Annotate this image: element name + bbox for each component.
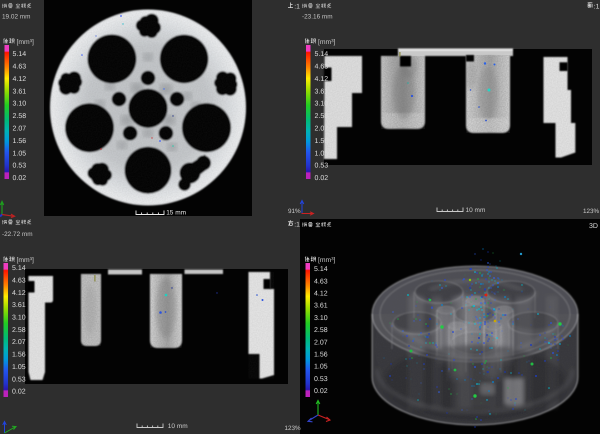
svg-text:[mm³]: [mm³] [318,257,335,264]
svg-text:1.56: 1.56 [314,352,328,359]
svg-text:123%: 123% [583,208,600,215]
svg-text:10 mm: 10 mm [466,207,486,214]
svg-text:2.58: 2.58 [13,113,27,120]
svg-text:-22.72 mm: -22.72 mm [2,231,33,238]
svg-text:4.12: 4.12 [314,291,328,298]
svg-text::1: :1 [294,221,300,228]
svg-text::1: :1 [594,4,600,11]
svg-text:4.12: 4.12 [13,76,27,83]
svg-text:-23.16 mm: -23.16 mm [302,14,333,21]
svg-text:3.61: 3.61 [13,88,27,95]
svg-text:2.58: 2.58 [314,327,328,334]
svg-text:4.12: 4.12 [12,290,26,297]
svg-text:2.07: 2.07 [13,126,27,133]
svg-text:3.61: 3.61 [315,88,329,95]
svg-text:1.05: 1.05 [315,150,329,157]
svg-text:5.14: 5.14 [12,265,26,272]
svg-text:0.02: 0.02 [315,175,329,182]
svg-text:1.56: 1.56 [13,138,27,145]
svg-text:4.63: 4.63 [314,278,328,285]
svg-text:3.10: 3.10 [13,101,27,108]
svg-text:3.10: 3.10 [12,315,26,322]
svg-text:1.05: 1.05 [13,150,27,157]
svg-text:5.14: 5.14 [315,51,329,58]
svg-text:5.14: 5.14 [314,266,328,273]
svg-text:15 mm: 15 mm [166,209,186,216]
svg-text:0.02: 0.02 [314,388,328,395]
svg-text::1: :1 [294,4,300,11]
svg-text:0.02: 0.02 [12,389,26,396]
svg-text:4.63: 4.63 [315,64,329,71]
svg-text:3.61: 3.61 [12,302,26,309]
svg-text:3.61: 3.61 [314,303,328,310]
svg-text:1.05: 1.05 [314,364,328,371]
svg-text:1.56: 1.56 [315,138,329,145]
svg-text:4.63: 4.63 [13,64,27,71]
svg-text:2.07: 2.07 [12,339,26,346]
svg-text:0.53: 0.53 [314,376,328,383]
svg-text:3.10: 3.10 [315,101,329,108]
svg-text:91%: 91% [288,208,301,215]
svg-text:4.63: 4.63 [12,278,26,285]
svg-text:2.58: 2.58 [12,327,26,334]
svg-text:5.14: 5.14 [13,51,27,58]
svg-text:1.05: 1.05 [12,364,26,371]
svg-text:[mm³]: [mm³] [17,257,34,264]
svg-text:0.53: 0.53 [315,163,329,170]
svg-text:123%: 123% [285,425,302,432]
svg-text:3.10: 3.10 [314,315,328,322]
svg-text:0.53: 0.53 [13,163,27,170]
svg-text:3D: 3D [589,223,598,230]
svg-text:2.07: 2.07 [314,339,328,346]
svg-text:2.07: 2.07 [315,126,329,133]
svg-text:0.53: 0.53 [12,376,26,383]
svg-text:0.02: 0.02 [13,175,27,182]
svg-text:4.12: 4.12 [315,76,329,83]
svg-text:[mm³]: [mm³] [17,39,34,46]
svg-text:19.02 mm: 19.02 mm [2,14,30,21]
svg-text:[mm³]: [mm³] [318,39,335,46]
svg-text:1.56: 1.56 [12,352,26,359]
svg-text:10 mm: 10 mm [168,423,188,430]
svg-text:2.58: 2.58 [315,113,329,120]
